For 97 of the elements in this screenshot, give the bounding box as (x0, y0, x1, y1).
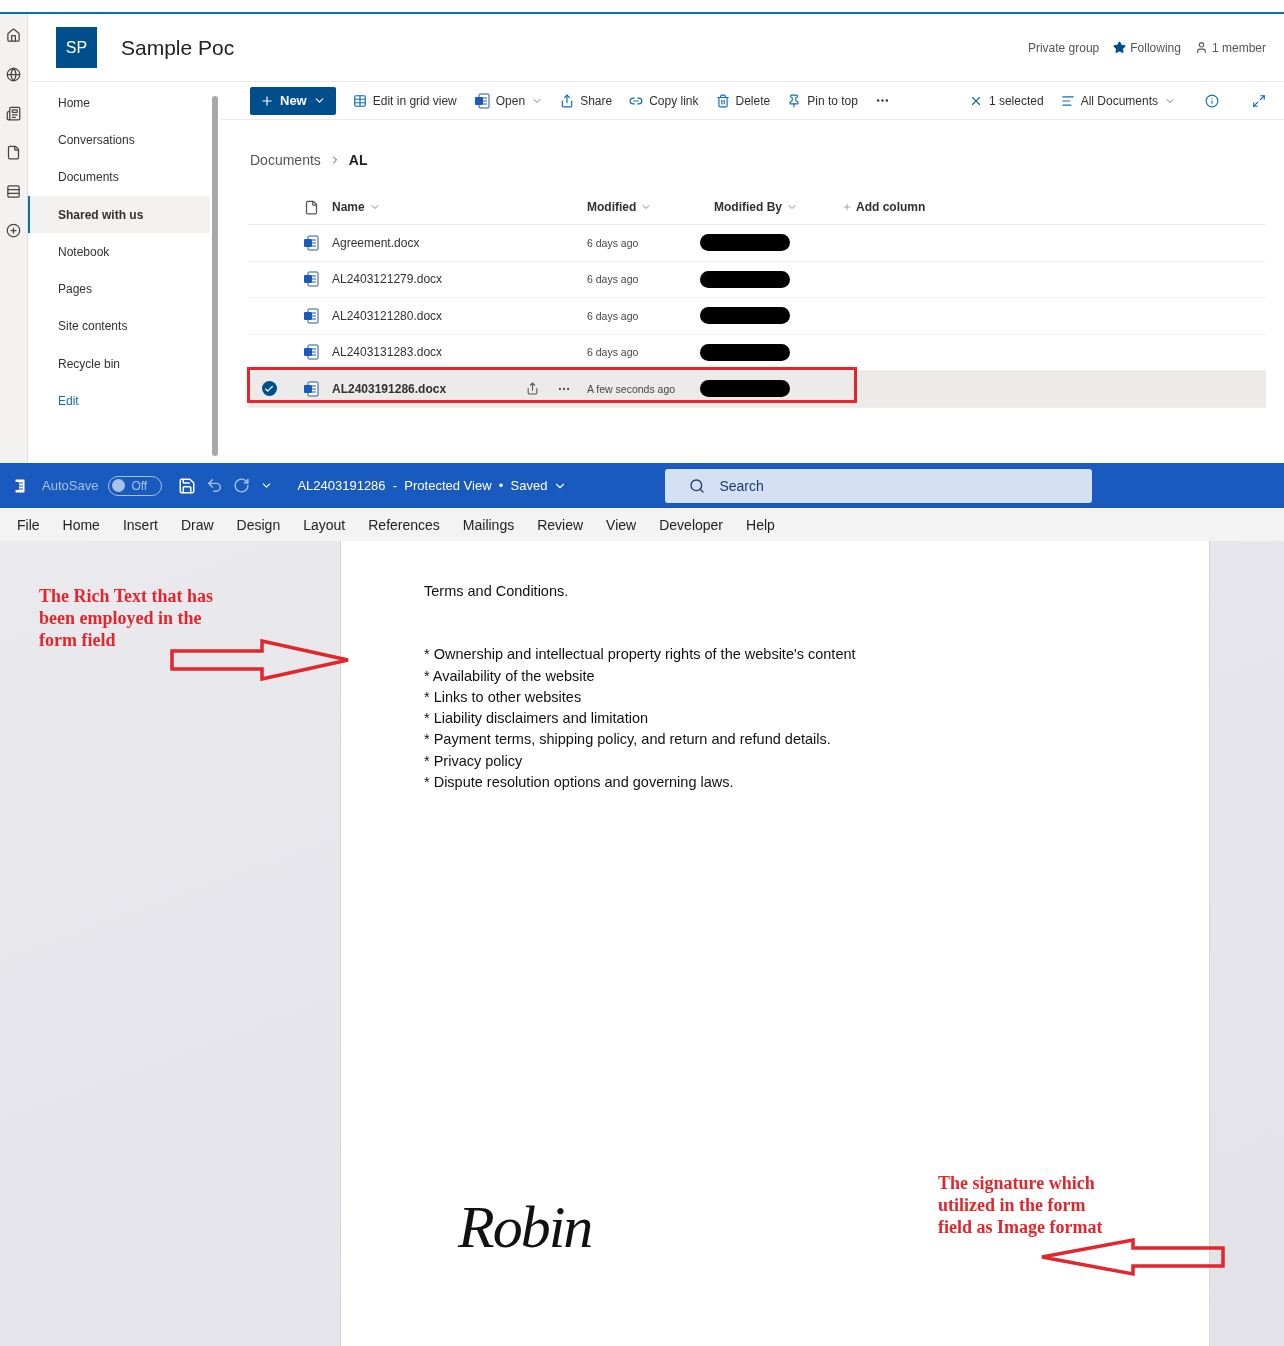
ribbon-tab[interactable]: File (17, 516, 40, 533)
news-icon[interactable] (6, 106, 21, 121)
command-button[interactable]: Edit in grid view (352, 93, 457, 108)
column-header[interactable]: Name (332, 200, 381, 214)
search-field[interactable]: Search (665, 468, 1093, 503)
word-icon (473, 92, 490, 109)
ribbon-tab[interactable]: Layout (303, 516, 346, 533)
file-type-icon (303, 199, 319, 215)
command-button[interactable]: Copy link (629, 93, 699, 108)
ribbon-tab[interactable]: Developer (659, 516, 724, 533)
nav-item[interactable]: Home (28, 84, 210, 122)
search-icon (689, 477, 706, 494)
breadcrumb-item[interactable]: Documents (250, 152, 321, 168)
bullet-line: * Payment terms, shipping policy, and return and refund details. (424, 730, 832, 750)
modified-date: 6 days ago (587, 346, 639, 359)
list-icon[interactable] (6, 184, 21, 199)
bullet-line: * Availability of the website (424, 666, 596, 686)
document-heading: Terms and Conditions. (424, 582, 570, 601)
expand-icon[interactable] (1252, 93, 1266, 108)
breadcrumb-item[interactable]: AL (348, 152, 368, 168)
annotation-note: The signature which utilized in the form field as Image format (938, 1172, 1104, 1238)
column-header[interactable]: Modified (587, 200, 714, 214)
ribbon-tab[interactable]: Mailings (462, 516, 515, 533)
command-button[interactable]: Delete (715, 93, 771, 108)
command-button[interactable]: Pin to top (787, 93, 858, 108)
modified-date: 6 days ago (587, 236, 639, 249)
modified-date: A few seconds ago (587, 382, 676, 395)
word-document-icon (303, 380, 319, 397)
column-header[interactable]: Add column (842, 200, 926, 214)
word-document-icon (303, 307, 319, 324)
share-icon (560, 93, 575, 108)
annotation-note: The Rich Text that has been employed in the form field (39, 585, 215, 651)
edit-link[interactable]: Edit (28, 382, 210, 420)
grid-icon (352, 93, 367, 108)
word-document-icon (303, 234, 319, 251)
pin-icon (787, 93, 802, 108)
ribbon-tab[interactable]: Draw (180, 516, 214, 533)
bullet-line: * Ownership and intellectual property rights of the website's content (424, 645, 857, 665)
column-header[interactable]: Modified By (714, 200, 842, 214)
bullet-line: * Links to other websites (424, 687, 583, 707)
view-dropdown[interactable]: All Documents (1060, 93, 1176, 108)
bullet-line: * Dispute resolution options and governing laws. (424, 773, 735, 793)
redo-icon[interactable] (233, 477, 251, 494)
nav-item[interactable]: Documents (28, 158, 210, 196)
command-button[interactable]: Share (560, 93, 613, 108)
nav-item[interactable]: Notebook (28, 233, 210, 271)
bullet-line: * Privacy policy (424, 751, 524, 771)
signature: Robin (458, 1193, 592, 1263)
modified-date: 6 days ago (587, 273, 639, 286)
site-title: Sample Poc (121, 35, 236, 60)
file-name[interactable]: AL2403191286.docx (332, 381, 447, 396)
ribbon-tab[interactable]: Help (746, 516, 775, 533)
file-name[interactable]: AL2403121280.docx (332, 308, 443, 323)
globe-icon[interactable] (6, 67, 21, 82)
site-meta: Private group (1027, 40, 1100, 55)
command-button[interactable]: Open (473, 92, 544, 109)
nav-item[interactable]: Recycle bin (28, 345, 210, 383)
lines-icon (1060, 93, 1075, 108)
plus-icon (842, 202, 852, 212)
undo-icon[interactable] (206, 477, 224, 494)
person-icon (1194, 41, 1208, 54)
site-meta[interactable]: 1 member (1211, 40, 1266, 55)
save-icon[interactable] (178, 476, 197, 495)
row-checkbox[interactable] (261, 381, 277, 397)
word-document-icon (303, 344, 319, 361)
site-logo: SP (56, 27, 97, 68)
ribbon-tab[interactable]: Insert (122, 516, 158, 533)
scrollbar[interactable] (212, 96, 218, 456)
document-title[interactable]: AL2403191286 - Protected View • Saved (297, 478, 568, 493)
add-icon[interactable] (6, 223, 21, 238)
home-icon[interactable] (6, 28, 21, 43)
ribbon-tab[interactable]: Design (236, 516, 281, 533)
share-icon[interactable] (526, 382, 540, 396)
bullet-line: * Liability disclaimers and limitation (424, 709, 650, 729)
nav-item[interactable]: Shared with us (28, 195, 210, 234)
star-icon (1113, 41, 1127, 54)
modified-date: 6 days ago (587, 309, 639, 322)
clear-selection-button[interactable]: 1 selected (968, 93, 1044, 108)
file-name[interactable]: Agreement.docx (332, 235, 420, 250)
ribbon-tab[interactable]: View (606, 516, 637, 533)
nav-item[interactable]: Pages (28, 270, 210, 308)
info-icon[interactable] (1205, 93, 1219, 108)
file-name[interactable]: AL2403121279.docx (332, 272, 443, 287)
trash-icon (715, 93, 730, 108)
file-icon[interactable] (6, 145, 21, 160)
ribbon-tab[interactable]: References (368, 516, 440, 533)
new-button[interactable]: New (250, 86, 336, 115)
plus-icon (260, 93, 274, 108)
word-document-icon (303, 271, 319, 288)
file-name[interactable]: AL2403131283.docx (332, 345, 443, 360)
ribbon-tab[interactable]: Review (537, 516, 584, 533)
check-icon (264, 383, 274, 394)
site-meta[interactable]: Following (1130, 40, 1181, 55)
nav-item[interactable]: Site contents (28, 307, 210, 346)
ribbon-tab[interactable]: Home (62, 516, 100, 533)
autosave-label: AutoSave (42, 478, 99, 493)
nav-item[interactable]: Conversations (28, 121, 210, 159)
